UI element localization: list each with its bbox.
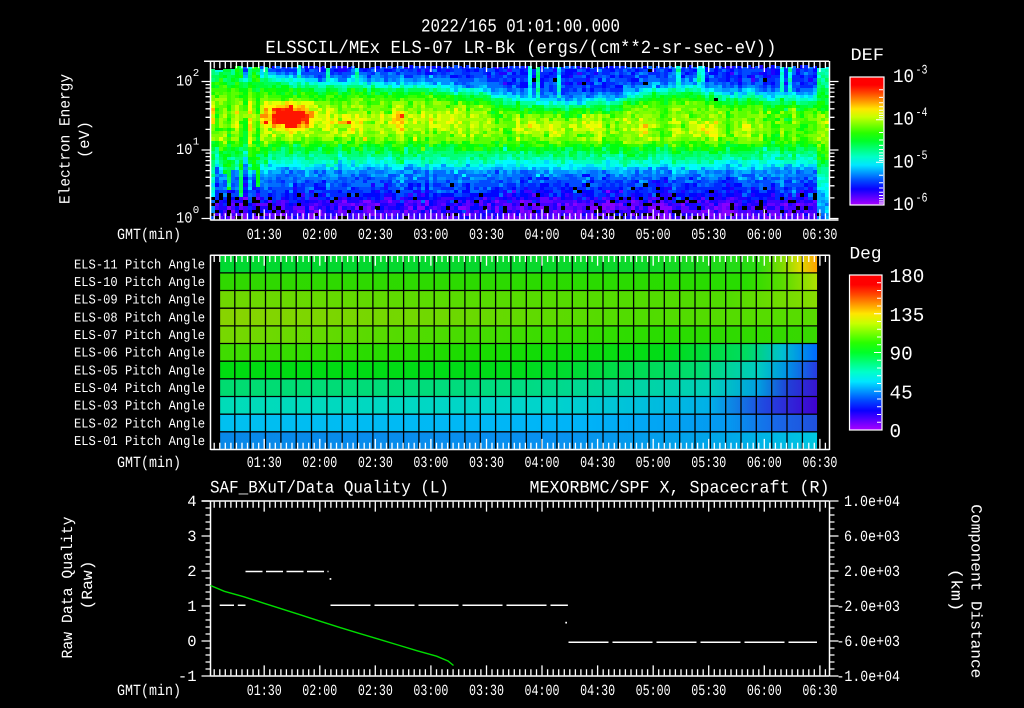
- svg-text:06:00: 06:00: [747, 454, 782, 472]
- svg-text:01:30: 01:30: [247, 226, 282, 244]
- svg-text:0: 0: [193, 205, 200, 217]
- svg-text:06:30: 06:30: [802, 682, 837, 700]
- svg-text:04:30: 04:30: [580, 454, 615, 472]
- svg-text:Electron Energy: Electron Energy: [57, 74, 75, 204]
- svg-text:01:30: 01:30: [247, 682, 282, 700]
- svg-text:SAF_BXuT/Data Quality (L): SAF_BXuT/Data Quality (L): [210, 479, 449, 499]
- svg-text:03:30: 03:30: [469, 226, 504, 244]
- svg-text:(km): (km): [946, 569, 964, 612]
- svg-text:02:00: 02:00: [302, 454, 337, 472]
- svg-text:Deg: Deg: [850, 245, 882, 265]
- svg-text:06:00: 06:00: [747, 226, 782, 244]
- svg-text:(eV): (eV): [76, 121, 94, 158]
- svg-text:ELS-01 Pitch Angle: ELS-01 Pitch Angle: [74, 435, 205, 450]
- svg-text:05:30: 05:30: [691, 226, 726, 244]
- svg-text:-4: -4: [916, 105, 928, 120]
- svg-text:2022/165 01:01:00.000: 2022/165 01:01:00.000: [421, 17, 620, 38]
- svg-text:05:00: 05:00: [636, 454, 671, 472]
- svg-text:GMT(min): GMT(min): [117, 454, 181, 472]
- svg-text:ELS-11 Pitch Angle: ELS-11 Pitch Angle: [74, 258, 205, 273]
- svg-text:2.0e+03: 2.0e+03: [844, 563, 900, 581]
- svg-text:03:30: 03:30: [469, 682, 504, 700]
- svg-text:10: 10: [893, 66, 914, 88]
- svg-text:-5: -5: [916, 148, 928, 163]
- svg-text:90: 90: [890, 344, 913, 366]
- svg-text:02:00: 02:00: [302, 682, 337, 700]
- svg-text:04:30: 04:30: [580, 226, 615, 244]
- svg-text:ELS-09 Pitch Angle: ELS-09 Pitch Angle: [74, 294, 205, 309]
- svg-text:1: 1: [187, 598, 196, 616]
- svg-text:3: 3: [187, 528, 196, 546]
- svg-text:ELS-06 Pitch Angle: ELS-06 Pitch Angle: [74, 347, 205, 362]
- svg-text:-2.0e+03: -2.0e+03: [837, 598, 901, 616]
- svg-text:180: 180: [890, 266, 925, 288]
- svg-text:-6.0e+03: -6.0e+03: [837, 633, 901, 651]
- svg-text:ELS-10 Pitch Angle: ELS-10 Pitch Angle: [74, 276, 205, 291]
- svg-text:4: 4: [187, 493, 196, 511]
- svg-text:ELS-05 Pitch Angle: ELS-05 Pitch Angle: [74, 364, 205, 379]
- svg-text:05:30: 05:30: [691, 682, 726, 700]
- svg-text:04:00: 04:00: [525, 682, 560, 700]
- svg-text:05:00: 05:00: [636, 226, 671, 244]
- svg-text:04:00: 04:00: [525, 226, 560, 244]
- svg-text:03:00: 03:00: [413, 226, 448, 244]
- svg-text:0: 0: [890, 421, 902, 443]
- svg-text:02:30: 02:30: [358, 682, 393, 700]
- svg-text:05:30: 05:30: [691, 454, 726, 472]
- svg-text:03:30: 03:30: [469, 454, 504, 472]
- svg-text:03:00: 03:00: [413, 682, 448, 700]
- svg-text:-1.0e+04: -1.0e+04: [837, 668, 901, 686]
- svg-text:02:30: 02:30: [358, 226, 393, 244]
- svg-text:03:00: 03:00: [413, 454, 448, 472]
- svg-text:02:00: 02:00: [302, 226, 337, 244]
- svg-text:2: 2: [187, 563, 196, 581]
- svg-text:ELS-02 Pitch Angle: ELS-02 Pitch Angle: [74, 417, 205, 432]
- svg-text:-6: -6: [916, 191, 928, 206]
- svg-text:ELS-04 Pitch Angle: ELS-04 Pitch Angle: [74, 382, 205, 397]
- svg-text:ELS-08 Pitch Angle: ELS-08 Pitch Angle: [74, 311, 205, 326]
- svg-text:DEF: DEF: [851, 46, 885, 66]
- svg-text:ELSSCIL/MEx ELS-07 LR-Bk (erg: ELSSCIL/MEx ELS-07 LR-Bk (ergs/(cm**2-sr…: [265, 38, 776, 59]
- svg-text:01:30: 01:30: [247, 454, 282, 472]
- svg-text:2: 2: [193, 68, 200, 80]
- svg-text:135: 135: [890, 305, 925, 327]
- svg-text:10: 10: [176, 209, 193, 227]
- svg-text:MEXORBMC/SPF X, Spacecraft (R): MEXORBMC/SPF X, Spacecraft (R): [530, 479, 830, 499]
- svg-text:1: 1: [193, 137, 200, 149]
- svg-text:45: 45: [890, 382, 913, 404]
- svg-text:10: 10: [176, 72, 193, 90]
- svg-text:10: 10: [893, 194, 914, 216]
- svg-text:06:00: 06:00: [747, 682, 782, 700]
- svg-text:-3: -3: [916, 63, 928, 78]
- svg-text:Component Distance: Component Distance: [966, 504, 984, 678]
- svg-text:1.0e+04: 1.0e+04: [844, 493, 900, 511]
- svg-text:06:30: 06:30: [802, 454, 837, 472]
- svg-text:02:30: 02:30: [358, 454, 393, 472]
- svg-text:0: 0: [187, 633, 196, 651]
- svg-text:10: 10: [893, 151, 914, 173]
- svg-text:05:00: 05:00: [636, 682, 671, 700]
- svg-text:04:30: 04:30: [580, 682, 615, 700]
- svg-text:-1: -1: [178, 668, 197, 686]
- svg-text:10: 10: [176, 141, 193, 159]
- svg-text:Raw Data Quality: Raw Data Quality: [59, 517, 77, 659]
- svg-text:GMT(min): GMT(min): [117, 682, 181, 700]
- svg-text:GMT(min): GMT(min): [117, 226, 181, 244]
- svg-text:(Raw): (Raw): [79, 561, 97, 610]
- svg-text:ELS-03 Pitch Angle: ELS-03 Pitch Angle: [74, 400, 205, 415]
- svg-text:04:00: 04:00: [525, 454, 560, 472]
- svg-text:ELS-07 Pitch Angle: ELS-07 Pitch Angle: [74, 329, 205, 344]
- svg-text:10: 10: [893, 109, 914, 131]
- svg-text:06:30: 06:30: [802, 226, 837, 244]
- svg-text:6.0e+03: 6.0e+03: [844, 528, 900, 546]
